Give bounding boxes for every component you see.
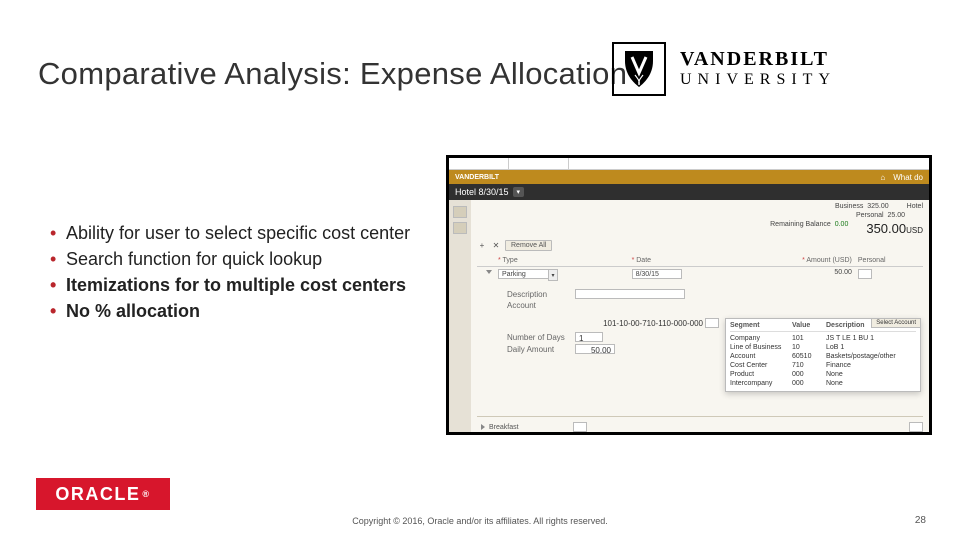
- popover-row[interactable]: Account60510Baskets/postage/other: [730, 352, 916, 361]
- browser-tab[interactable]: [509, 158, 569, 170]
- personal-checkbox[interactable]: [858, 269, 872, 279]
- type-value[interactable]: Parking: [498, 269, 548, 279]
- account-label: Account: [507, 301, 571, 310]
- account-lookup-icon[interactable]: [705, 318, 719, 328]
- num-days-label: Number of Days: [507, 333, 571, 342]
- copyright-text: Copyright © 2016, Oracle and/or its affi…: [352, 516, 608, 526]
- total-currency: USD: [906, 226, 923, 235]
- app-brandbar: VANDERBILT ⌂ What do: [449, 170, 929, 184]
- popover-row[interactable]: Line of Business10LoB 1: [730, 343, 916, 352]
- sidebar-icon[interactable]: [453, 206, 467, 218]
- account-popover: Select Account Segment Value Description…: [725, 318, 921, 392]
- app-sidebar: [449, 200, 471, 432]
- oracle-logo: ORACLE®: [36, 478, 170, 510]
- description-label: Description: [507, 290, 571, 299]
- col-personal: Personal: [855, 255, 923, 267]
- amount-value: 50.00: [834, 269, 852, 276]
- personal-label: Personal: [856, 212, 884, 219]
- bullet-item: No % allocation: [50, 298, 410, 324]
- shield-icon: [612, 42, 666, 96]
- slide: Comparative Analysis: Expense Allocation…: [0, 0, 960, 540]
- business-label: Business: [835, 203, 863, 210]
- window-titlebar: Hotel 8/30/15 ▾: [449, 184, 929, 200]
- daily-amount-field[interactable]: 50.00: [575, 344, 615, 354]
- popover-row[interactable]: Intercompany000None: [730, 379, 916, 388]
- popover-row[interactable]: Company101JS T LE 1 BU 1: [730, 334, 916, 343]
- col-date: Date: [629, 255, 742, 267]
- popover-col-value: Value: [792, 322, 826, 329]
- delete-icon[interactable]: ✕: [491, 241, 501, 251]
- select-account-button[interactable]: Select Account: [871, 318, 921, 328]
- vanderbilt-text-1: VANDERBILT: [680, 49, 836, 70]
- col-amount: Amount (USD): [742, 255, 855, 267]
- total-amount: 350.00: [866, 221, 906, 236]
- remaining-value: 0.00: [835, 221, 849, 228]
- description-field[interactable]: [575, 289, 685, 299]
- window-title: Hotel 8/30/15: [455, 187, 509, 197]
- title-dropdown-icon[interactable]: ▾: [513, 187, 525, 197]
- vanderbilt-logo: VANDERBILT UNIVERSITY: [612, 40, 922, 98]
- daily-amount-label: Daily Amount: [507, 345, 571, 354]
- popover-col-desc: Description: [826, 322, 865, 329]
- account-value[interactable]: 101-10-00-710-110-000-000: [603, 319, 703, 328]
- item-name: Breakfast: [489, 424, 569, 431]
- page-number: 28: [915, 515, 926, 526]
- add-icon[interactable]: +: [477, 241, 487, 251]
- popover-row[interactable]: Product000None: [730, 370, 916, 379]
- vanderbilt-text-2: UNIVERSITY: [680, 72, 836, 89]
- bullet-item: Search function for quick lookup: [50, 246, 410, 272]
- type-field[interactable]: Parking▾: [498, 269, 558, 281]
- chevron-down-icon[interactable]: ▾: [548, 269, 558, 281]
- remove-all-button[interactable]: Remove All: [505, 240, 552, 251]
- table-row[interactable]: Breakfast: [477, 416, 923, 435]
- home-icon[interactable]: ⌂: [880, 173, 885, 182]
- expand-icon[interactable]: [481, 424, 485, 430]
- browser-tabstrip: [449, 158, 929, 170]
- col-type: Type: [495, 255, 629, 267]
- sidebar-icon[interactable]: [453, 222, 467, 234]
- expand-icon[interactable]: [486, 270, 492, 274]
- personal-value: 25.00: [887, 212, 905, 219]
- business-value: 325.00: [867, 203, 888, 210]
- date-field[interactable]: 8/30/15: [632, 269, 682, 279]
- brandbar-logo-text: VANDERBILT: [455, 174, 499, 181]
- table-row: Parking▾ 8/30/15 50.00: [477, 267, 923, 284]
- search-hint[interactable]: What do: [893, 173, 923, 182]
- totals-panel: Business 325.00 Hotel Personal 25.00: [770, 202, 923, 238]
- account-row: Account: [507, 301, 923, 310]
- personal-checkbox[interactable]: [909, 422, 923, 432]
- sub-items: Breakfast Room Rate 275.00: [477, 416, 923, 435]
- itemization-table: Type Date Amount (USD) Personal Parking▾…: [477, 255, 923, 283]
- oracle-logo-text: ORACLE: [55, 484, 140, 505]
- app-content: Business 325.00 Hotel Personal 25.00: [471, 200, 929, 432]
- item-dd-icon[interactable]: [573, 422, 587, 432]
- bullet-list: Ability for user to select specific cost…: [50, 220, 410, 324]
- num-days-field[interactable]: 1: [575, 332, 603, 342]
- popover-col-segment: Segment: [730, 322, 792, 329]
- remaining-label: Remaining Balance: [770, 221, 831, 228]
- slide-title: Comparative Analysis: Expense Allocation: [38, 56, 627, 92]
- browser-tab[interactable]: [449, 158, 509, 170]
- itemization-toolbar: + ✕ Remove All: [477, 240, 923, 251]
- app-screenshot: VANDERBILT ⌂ What do Hotel 8/30/15 ▾ Bus…: [446, 155, 932, 435]
- bullet-item: Itemizations for to multiple cost center…: [50, 272, 410, 298]
- hotel-label: Hotel: [907, 202, 923, 211]
- bullet-item: Ability for user to select specific cost…: [50, 220, 410, 246]
- popover-row[interactable]: Cost Center710Finance: [730, 361, 916, 370]
